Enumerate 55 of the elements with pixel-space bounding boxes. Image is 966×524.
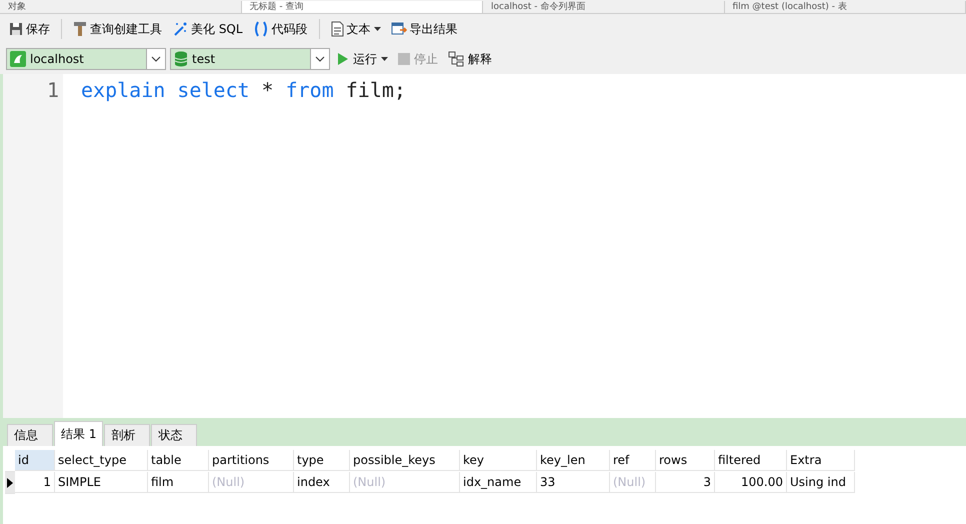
hammer-icon: [73, 21, 87, 37]
result-tab[interactable]: 信息: [7, 424, 53, 446]
column-header[interactable]: type: [294, 450, 350, 471]
toolbar-button[interactable]: 美化 SQL: [169, 18, 246, 40]
table-cell: 100.00: [715, 472, 787, 493]
stop-icon: [398, 53, 410, 65]
column-header[interactable]: partitions: [209, 450, 294, 471]
table-cell: Using ind: [787, 472, 855, 493]
toolbar-button[interactable]: 保存: [6, 18, 53, 40]
table-cell: (Null): [209, 472, 294, 493]
export-table-icon: [390, 21, 407, 37]
column-header[interactable]: rows: [656, 450, 715, 471]
action-button[interactable]: 解释: [445, 48, 495, 70]
play-icon: [337, 52, 349, 66]
table-cell: SIMPLE: [55, 472, 148, 493]
magic-wand-icon: [172, 21, 188, 37]
action-button[interactable]: 运行: [334, 48, 391, 70]
flowchart-icon: [448, 51, 464, 67]
line-number: 1: [46, 78, 60, 104]
parentheses-icon: [252, 21, 269, 37]
result-tab[interactable]: 剖析: [104, 424, 150, 446]
document-tab[interactable]: film @test (localhost) - 表: [724, 1, 966, 13]
table-cell: (Null): [610, 472, 656, 493]
result-tab[interactable]: 状态: [151, 424, 198, 446]
table-cell: film: [148, 472, 209, 493]
database-select[interactable]: test: [170, 48, 330, 70]
table-cell: 3: [656, 472, 715, 493]
document-tab[interactable]: 无标题 - 查询: [242, 1, 483, 13]
result-tab[interactable]: 结果 1: [54, 421, 104, 446]
toolbar-button[interactable]: 文本: [328, 18, 384, 40]
column-header[interactable]: possible_keys: [350, 450, 460, 471]
toolbar-button[interactable]: 代码段: [250, 18, 311, 40]
table-cell: 33: [537, 472, 610, 493]
toolbar-button[interactable]: 导出结果: [388, 18, 461, 40]
connection-select[interactable]: localhost: [6, 48, 166, 70]
table-cell: 1: [15, 472, 55, 493]
database-icon: [174, 51, 188, 67]
column-header[interactable]: filtered: [715, 450, 787, 471]
column-header[interactable]: key: [460, 450, 537, 471]
current-row-icon: [7, 478, 13, 488]
document-icon: [330, 21, 344, 37]
column-header[interactable]: ref: [610, 450, 656, 471]
table-cell: idx_name: [460, 472, 537, 493]
column-header[interactable]: Extra: [787, 450, 855, 471]
save-icon: [9, 22, 23, 36]
toolbar-button[interactable]: 查询创建工具: [70, 18, 165, 40]
code-line[interactable]: explain select * from film;: [81, 78, 406, 106]
table-cell: index: [294, 472, 350, 493]
column-header[interactable]: table: [148, 450, 209, 471]
table-cell: (Null): [350, 472, 460, 493]
chevron-down-icon: [151, 56, 161, 62]
chevron-down-icon: [315, 56, 325, 62]
column-header[interactable]: key_len: [537, 450, 610, 471]
column-header[interactable]: id: [15, 450, 55, 471]
column-header[interactable]: select_type: [55, 450, 148, 471]
